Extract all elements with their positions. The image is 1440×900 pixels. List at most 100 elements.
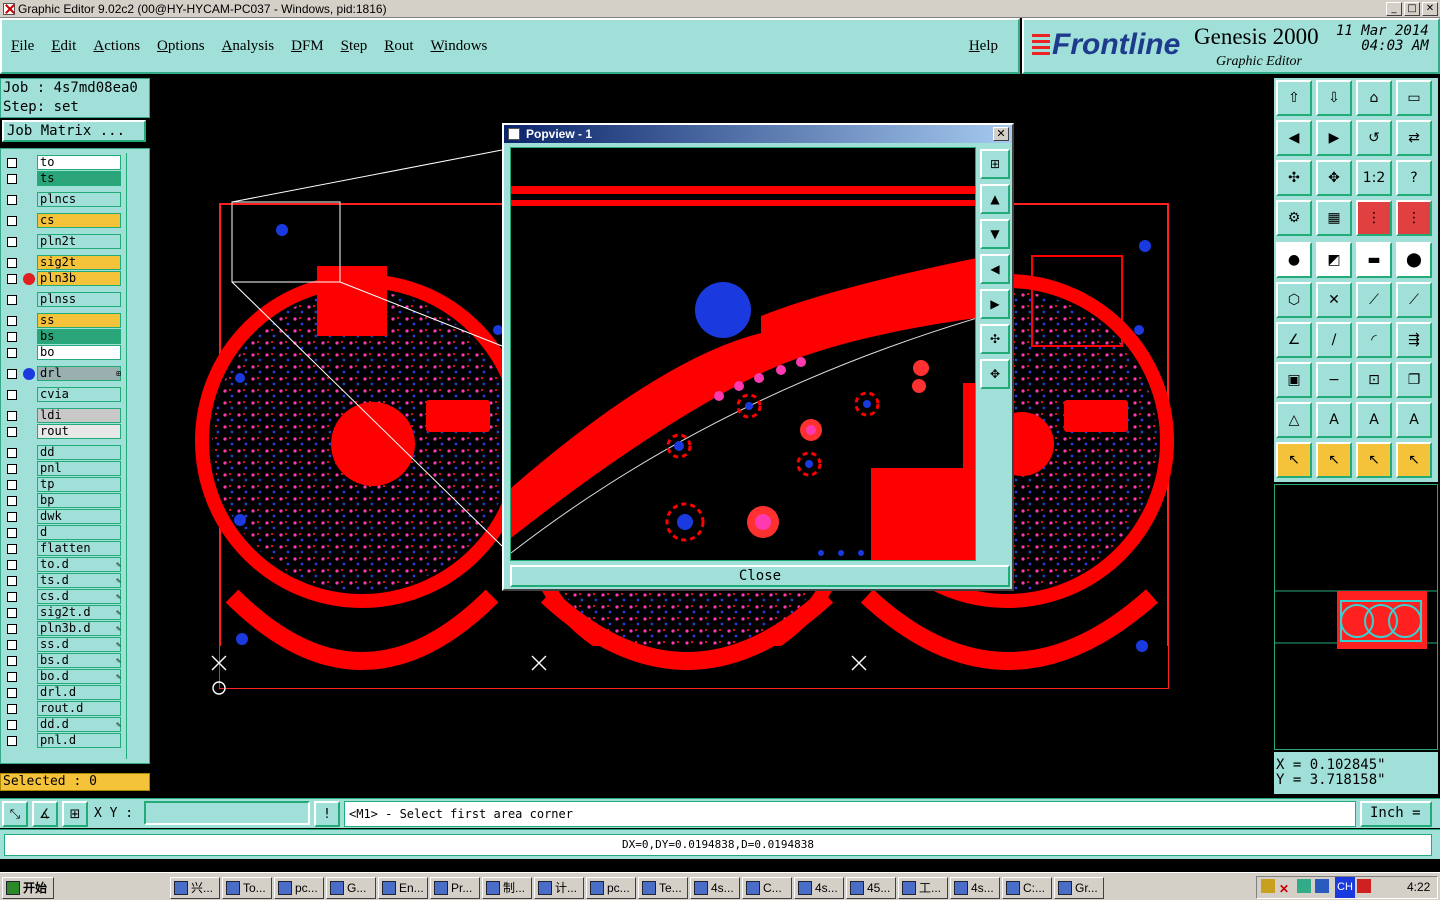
layer-checkbox[interactable] [7,720,17,730]
layer-checkbox[interactable] [7,544,17,554]
close-window-button[interactable]: ✕ [1422,1,1438,16]
layer-row-pln3b-d[interactable]: pln3b.d ✎ [3,621,125,637]
taskbar-item[interactable]: 制... [482,877,532,899]
layer-checkbox[interactable] [7,480,17,490]
taskbar-item[interactable]: 工... [898,877,948,899]
taskbar-item[interactable]: C:... [1002,877,1052,899]
layer-name[interactable]: bp [37,493,121,508]
menu-windows[interactable]: Windows [421,38,495,55]
taskbar-item[interactable]: pc... [586,877,636,899]
layer-checkbox[interactable] [7,688,17,698]
copy-icon[interactable]: ❐ [1396,362,1432,398]
box-move-icon[interactable]: ⊡ [1356,362,1392,398]
layer-row-pln3b[interactable]: pln3b [3,271,125,287]
grid-snap-icon[interactable]: ⊞ [62,801,88,827]
layer-row-ss[interactable]: ss [3,313,125,329]
layer-row-pnl[interactable]: pnl [3,461,125,477]
layer-name[interactable]: bs [37,329,121,344]
layer-row-ldi[interactable]: ldi [3,408,125,424]
layer-checkbox[interactable] [7,528,17,538]
layer-checkbox[interactable] [7,736,17,746]
angle-icon[interactable]: ∠ [1276,322,1312,358]
refresh-icon[interactable]: ⇄ [1396,120,1432,156]
layer-row-pnl-d[interactable]: pnl.d [3,733,125,749]
arc-icon[interactable]: ◜ [1356,322,1392,358]
popview-pan-down-icon[interactable]: ▼ [980,219,1010,249]
pointer-select-icon[interactable]: ↖ [1316,442,1352,478]
triangle-icon[interactable]: △ [1276,402,1312,438]
snap-on-icon[interactable]: ⋮ [1356,200,1392,236]
layer-name[interactable]: pln3b.d [37,621,121,636]
layer-row-cs-d[interactable]: cs.d ✎ [3,589,125,605]
units-select[interactable]: Inch = [1360,801,1432,827]
layer-checkbox[interactable] [7,464,17,474]
menu-step[interactable]: Step [332,38,376,55]
layer-row-bo[interactable]: bo [3,345,125,361]
pan-right-icon[interactable]: ▶ [1316,120,1352,156]
pointer-icon[interactable]: ↖ [1276,442,1312,478]
layer-name[interactable]: ss [37,313,121,328]
taskbar-item[interactable]: Te... [638,877,688,899]
taskbar-item[interactable]: 兴... [170,877,220,899]
layer-name[interactable]: to [37,155,121,170]
layer-name[interactable]: rout.d [37,701,121,716]
layer-row-plnss[interactable]: plnss [3,292,125,308]
menu-help[interactable]: Help [960,38,1006,55]
export-icon[interactable]: ⇧ [1276,80,1312,116]
pointer-edit-icon[interactable]: ↖ [1356,442,1392,478]
layer-checkbox[interactable] [7,411,17,421]
taskbar-item[interactable]: 45... [846,877,896,899]
layer-row-bs[interactable]: bs [3,329,125,345]
popview-close-button[interactable]: Close [510,565,1010,587]
minimize-button[interactable]: _ [1386,1,1402,16]
popview-close-icon[interactable]: ✕ [993,127,1009,141]
job-matrix-button[interactable]: Job Matrix ... [2,120,146,142]
layer-name[interactable]: bo [37,345,121,360]
layer-checkbox[interactable] [7,656,17,666]
layer-row-sig2t-d[interactable]: sig2t.d ✎ [3,605,125,621]
layer-row-cvia[interactable]: cvia [3,387,125,403]
layer-scrollbar[interactable] [126,153,148,759]
taskbar-item[interactable]: Pr... [430,877,480,899]
layer-row-dd-d[interactable]: dd.d ✎ [3,717,125,733]
layer-name[interactable]: dd [37,445,121,460]
layer-name[interactable]: to.d [37,557,121,572]
select-feature-icon[interactable]: ● [1276,242,1312,278]
layer-row-ss-d[interactable]: ss.d ✎ [3,637,125,653]
layer-name[interactable]: ts [37,171,121,186]
draw-mode-icon[interactable]: ⤡ [2,801,28,827]
layer-name[interactable]: drl [37,366,121,381]
triangle-c-icon[interactable]: A [1396,402,1432,438]
pan-left-icon[interactable]: ◀ [1276,120,1312,156]
layer-name[interactable]: d [37,525,121,540]
popview-center-icon[interactable]: ✥ [980,359,1010,389]
layer-checkbox[interactable] [7,195,17,205]
popview-pan-right-icon[interactable]: ▶ [980,289,1010,319]
layer-checkbox[interactable] [7,427,17,437]
popview-canvas[interactable] [510,147,976,561]
layer-name[interactable]: cs.d [37,589,121,604]
one-to-one-icon[interactable]: 1:2 [1356,160,1392,196]
layer-checkbox[interactable] [7,174,17,184]
ruler-icon[interactable]: ⚙ [1276,200,1312,236]
layer-checkbox[interactable] [7,316,17,326]
menu-actions[interactable]: Actions [84,38,148,55]
layer-checkbox[interactable] [7,672,17,682]
layer-row-sig2t[interactable]: sig2t [3,255,125,271]
taskbar-item[interactable]: 4s... [950,877,1000,899]
layer-row-drl-d[interactable]: drl.d [3,685,125,701]
popview-pan-left-icon[interactable]: ◀ [980,254,1010,284]
help-icon[interactable]: ? [1396,160,1432,196]
layer-checkbox[interactable] [7,640,17,650]
line-color-icon[interactable]: ◩ [1316,242,1352,278]
layer-row-bs-d[interactable]: bs.d ✎ [3,653,125,669]
layer-row-drl[interactable]: drl ⊞ [3,366,125,382]
center-icon[interactable]: ✥ [1316,160,1352,196]
menu-options[interactable]: Options [148,38,213,55]
grid-icon[interactable]: ▦ [1316,200,1352,236]
taskbar-item[interactable]: Gr... [1054,877,1104,899]
taskbar-item[interactable]: En... [378,877,428,899]
layer-checkbox[interactable] [7,295,17,305]
start-button[interactable]: 开始 [2,877,54,899]
taskbar-item[interactable]: C... [742,877,792,899]
